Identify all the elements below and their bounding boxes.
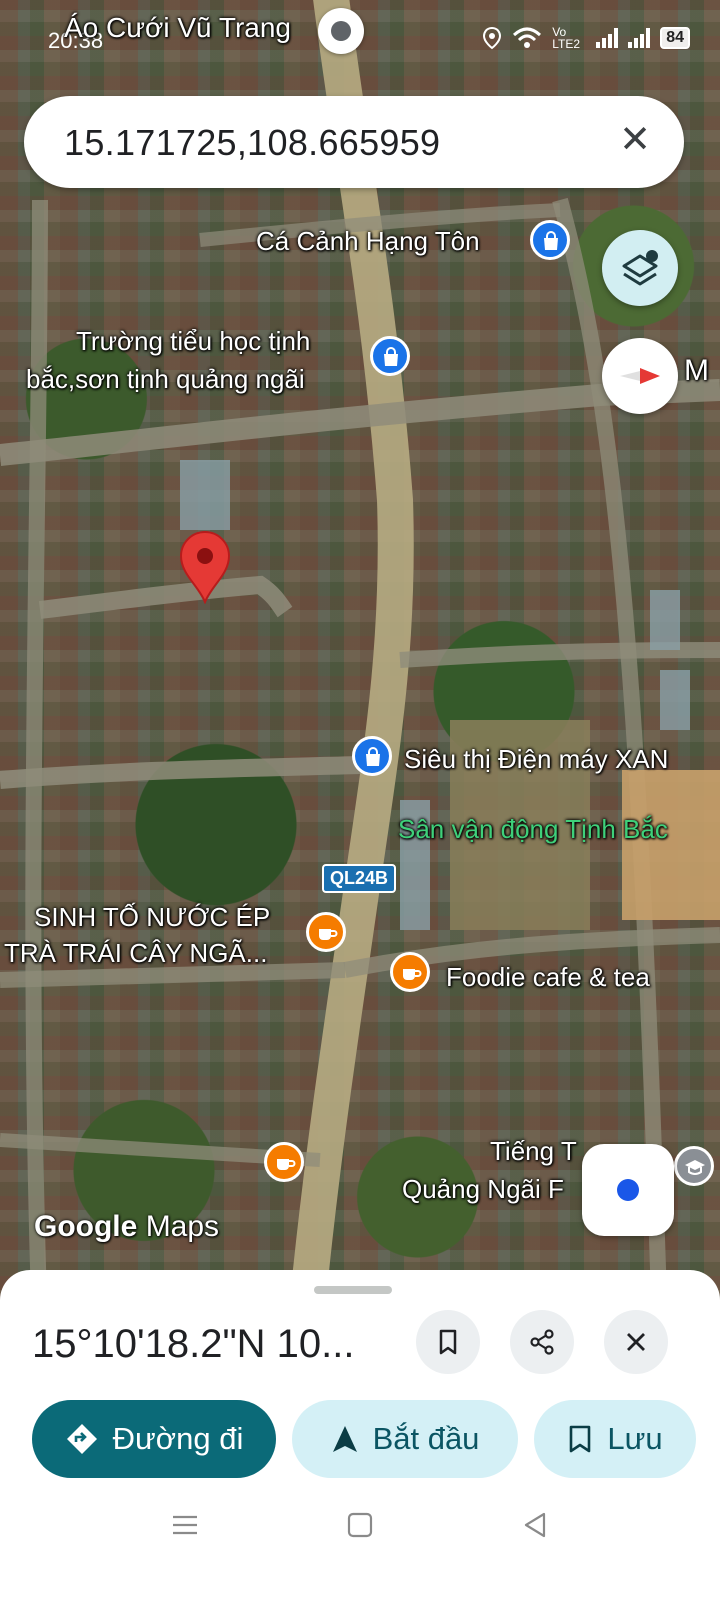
coordinates-title: 15°10'18.2"N 10... xyxy=(32,1322,355,1366)
road-network xyxy=(0,0,720,1330)
compass-button[interactable] xyxy=(602,338,678,414)
route-shield: QL24B xyxy=(322,864,397,893)
coffee-cup-icon[interactable] xyxy=(306,912,346,952)
close-sheet-button[interactable] xyxy=(604,1310,668,1374)
system-nav-bar xyxy=(0,1490,720,1560)
status-icons: Vo LTE2 84 xyxy=(482,26,690,50)
school-label-line2[interactable]: bắc,sơn tịnh quảng ngãi xyxy=(26,364,305,395)
shopping-bag-icon[interactable] xyxy=(352,736,392,776)
directions-label: Đường đi xyxy=(112,1421,244,1456)
watermark-maps: Maps xyxy=(145,1210,220,1243)
roof xyxy=(660,670,690,730)
roof xyxy=(650,590,680,650)
share-icon xyxy=(530,1329,554,1355)
bookmark-icon xyxy=(439,1329,457,1355)
network-label: Vo LTE2 xyxy=(552,25,580,51)
stadium-label[interactable]: Sân vận động Tịnh Bắc xyxy=(398,814,668,845)
signal-icon xyxy=(596,28,619,48)
place-bottom-sheet[interactable]: 15°10'18.2"N 10... Đường đi Bắt đầu Lưu xyxy=(0,1270,720,1600)
save-bookmark-button[interactable] xyxy=(416,1310,480,1374)
close-icon[interactable]: ✕ xyxy=(612,118,658,164)
satellite-map[interactable] xyxy=(0,0,720,1330)
tieng-label-line2[interactable]: Quảng Ngãi F xyxy=(402,1174,564,1205)
search-bar[interactable]: 15.171725,108.665959 ✕ xyxy=(24,96,684,188)
my-location-icon xyxy=(617,1179,639,1201)
location-icon xyxy=(483,26,502,50)
menu-icon[interactable] xyxy=(170,1510,200,1540)
place-label[interactable]: Áo Cưới Vũ Trang xyxy=(64,12,291,44)
roof xyxy=(180,460,230,530)
shopping-bag-icon[interactable] xyxy=(370,336,410,376)
my-location-button[interactable] xyxy=(582,1144,674,1236)
sheet-drag-handle[interactable] xyxy=(314,1286,392,1294)
place-label[interactable]: Cá Cảnh Hạng Tôn xyxy=(256,226,480,257)
google-maps-watermark: Google Maps xyxy=(34,1210,219,1244)
juice-label-line1[interactable]: SINH TỐ NƯỚC ÉP xyxy=(34,902,270,933)
share-button[interactable] xyxy=(510,1310,574,1374)
start-button[interactable]: Bắt đầu xyxy=(292,1400,518,1478)
layers-button[interactable] xyxy=(602,230,678,306)
wifi-icon xyxy=(513,27,542,48)
start-label: Bắt đầu xyxy=(372,1421,480,1456)
watermark-google: Google xyxy=(34,1210,138,1243)
map-pin-icon[interactable] xyxy=(178,530,232,604)
signal-icon xyxy=(628,28,651,48)
save-label: Lưu xyxy=(607,1421,663,1456)
search-input[interactable]: 15.171725,108.665959 xyxy=(64,122,440,164)
close-icon xyxy=(627,1333,645,1351)
back-triangle-icon[interactable] xyxy=(520,1510,550,1540)
home-square-icon[interactable] xyxy=(345,1510,375,1540)
navigation-arrow-icon xyxy=(332,1426,357,1452)
place-label[interactable]: Foodie cafe & tea xyxy=(446,962,650,993)
tieng-label-line1[interactable]: Tiếng T xyxy=(490,1136,577,1167)
layers-icon xyxy=(622,250,658,286)
coffee-cup-icon[interactable] xyxy=(390,952,430,992)
juice-label-line2[interactable]: TRÀ TRÁI CÂY NGÃ... xyxy=(4,938,267,969)
sand-field xyxy=(622,770,720,920)
location-pin-icon[interactable] xyxy=(318,8,364,54)
bookmark-icon xyxy=(570,1425,591,1453)
directions-button[interactable]: Đường đi xyxy=(32,1400,276,1478)
coffee-cup-icon[interactable] xyxy=(264,1142,304,1182)
compass-icon xyxy=(620,368,660,384)
shopping-bag-icon[interactable] xyxy=(530,220,570,260)
directions-icon xyxy=(66,1424,97,1454)
battery-icon: 84 xyxy=(660,27,690,49)
edge-place-label[interactable]: M xyxy=(684,354,709,388)
school-label-line1[interactable]: Trường tiểu học tịnh xyxy=(76,326,310,357)
school-icon[interactable] xyxy=(674,1146,714,1186)
place-label[interactable]: Siêu thị Điện máy XAN xyxy=(404,744,668,775)
save-button[interactable]: Lưu xyxy=(534,1400,696,1478)
